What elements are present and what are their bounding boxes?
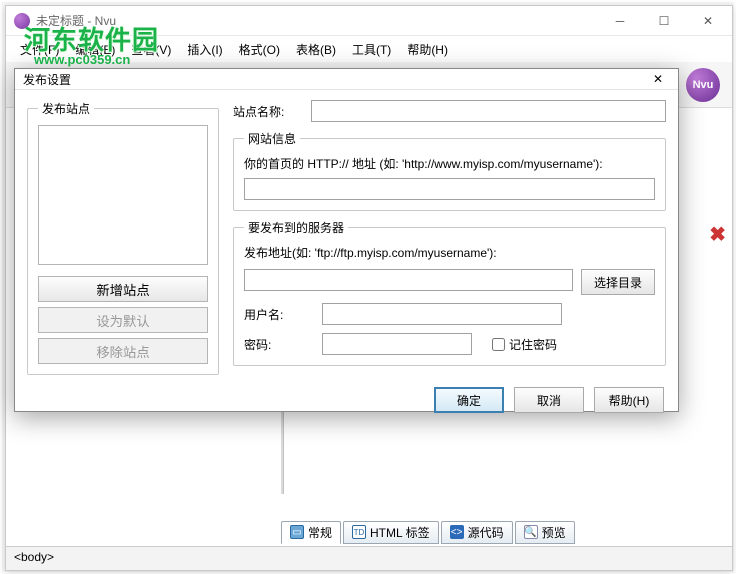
tab-source[interactable]: <> 源代码	[441, 521, 513, 544]
menu-table[interactable]: 表格(B)	[290, 39, 342, 60]
menu-help[interactable]: 帮助(H)	[401, 39, 454, 60]
homepage-label: 你的首页的 HTTP:// 地址 (如: 'http://www.myisp.c…	[244, 155, 655, 172]
publish-settings-dialog: 发布设置 ✕ 发布站点 新增站点 设为默认 移除站点 站点名称: 网站信息 你的…	[14, 68, 679, 412]
publish-address-label: 发布地址(如: 'ftp://ftp.myisp.com/myusername'…	[244, 244, 655, 261]
editor-view-tabs: ▭ 常规 TD HTML 标签 <> 源代码 🔍 预览	[281, 520, 577, 544]
website-info-group: 网站信息 你的首页的 HTTP:// 地址 (如: 'http://www.my…	[233, 130, 666, 211]
remember-password-label: 记住密码	[509, 336, 557, 353]
nvu-logo-icon: Nvu	[686, 68, 720, 102]
tab-normal[interactable]: ▭ 常规	[281, 521, 341, 544]
tab-preview[interactable]: 🔍 预览	[515, 521, 575, 544]
password-input[interactable]	[322, 333, 472, 355]
window-title: 未定标题 - Nvu	[36, 12, 598, 29]
html-tags-icon: TD	[352, 525, 366, 539]
publish-sites-group: 发布站点 新增站点 设为默认 移除站点	[27, 100, 219, 375]
homepage-input[interactable]	[244, 178, 655, 200]
ok-button[interactable]: 确定	[434, 387, 504, 413]
dialog-title: 发布设置	[23, 71, 646, 88]
maximize-button[interactable]: ☐	[642, 7, 686, 35]
site-name-label: 站点名称:	[233, 103, 303, 120]
titlebar: 未定标题 - Nvu ─ ☐ ✕	[6, 6, 732, 36]
dialog-close-button[interactable]: ✕	[646, 69, 670, 89]
tab-preview-label: 预览	[542, 524, 566, 541]
dialog-titlebar: 发布设置 ✕	[15, 69, 678, 90]
menu-format[interactable]: 格式(O)	[233, 39, 286, 60]
dialog-footer: 确定 取消 帮助(H)	[15, 381, 678, 425]
tab-html-tags-label: HTML 标签	[370, 524, 430, 541]
statusbar: <body>	[6, 546, 732, 570]
tab-normal-label: 常规	[308, 524, 332, 541]
dom-path: <body>	[14, 550, 54, 564]
publish-address-input[interactable]	[244, 269, 573, 291]
username-input[interactable]	[322, 303, 562, 325]
tab-html-tags[interactable]: TD HTML 标签	[343, 521, 439, 544]
username-label: 用户名:	[244, 306, 314, 323]
dialog-help-button[interactable]: 帮助(H)	[594, 387, 664, 413]
close-button[interactable]: ✕	[686, 7, 730, 35]
tab-source-label: 源代码	[468, 524, 504, 541]
website-info-legend: 网站信息	[244, 130, 300, 147]
sites-listbox[interactable]	[38, 125, 208, 265]
cancel-button[interactable]: 取消	[514, 387, 584, 413]
publish-server-group: 要发布到的服务器 发布地址(如: 'ftp://ftp.myisp.com/my…	[233, 219, 666, 366]
minimize-button[interactable]: ─	[598, 7, 642, 35]
password-label: 密码:	[244, 336, 314, 353]
app-icon	[14, 13, 30, 29]
publish-server-legend: 要发布到的服务器	[244, 219, 348, 236]
add-site-button[interactable]: 新增站点	[38, 276, 208, 302]
remember-password-option[interactable]: 记住密码	[492, 336, 557, 353]
menu-insert[interactable]: 插入(I)	[181, 39, 228, 60]
remember-password-checkbox[interactable]	[492, 338, 505, 351]
remove-site-button: 移除站点	[38, 338, 208, 364]
publish-sites-legend: 发布站点	[38, 100, 94, 117]
source-icon: <>	[450, 525, 464, 539]
menubar: 文件(F) 编辑(E) 查看(V) 插入(I) 格式(O) 表格(B) 工具(T…	[6, 36, 732, 62]
menu-tools[interactable]: 工具(T)	[346, 39, 397, 60]
normal-icon: ▭	[290, 525, 304, 539]
set-default-button: 设为默认	[38, 307, 208, 333]
choose-directory-button[interactable]: 选择目录	[581, 269, 655, 295]
menu-edit[interactable]: 编辑(E)	[69, 39, 121, 60]
menu-view[interactable]: 查看(V)	[125, 39, 177, 60]
delete-icon[interactable]: ✖	[709, 222, 726, 247]
site-name-input[interactable]	[311, 100, 666, 122]
preview-icon: 🔍	[524, 525, 538, 539]
menu-file[interactable]: 文件(F)	[14, 39, 65, 60]
